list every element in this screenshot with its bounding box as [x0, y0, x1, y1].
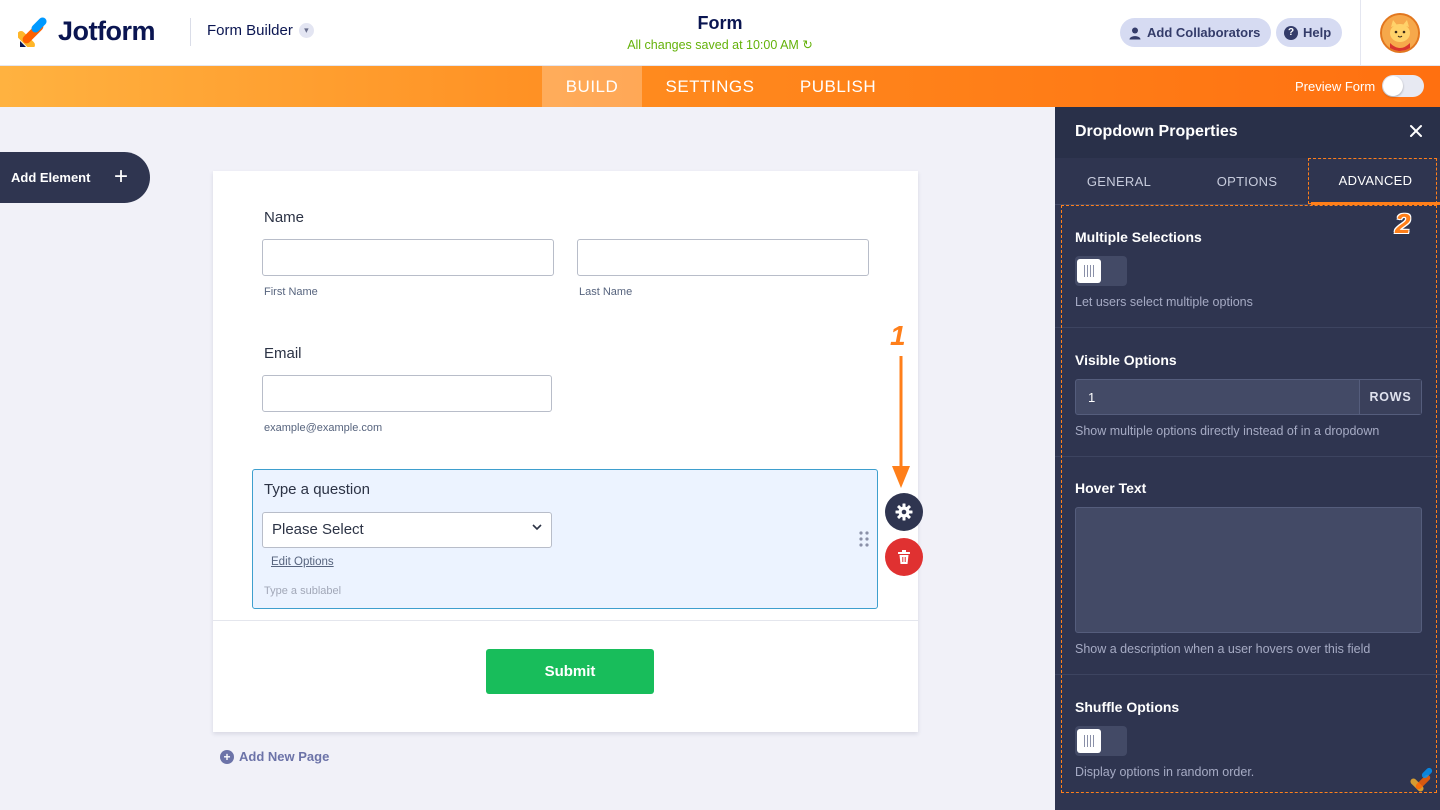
annotation-highlight-tab: [1308, 158, 1437, 204]
last-name-sublabel: Last Name: [579, 286, 633, 298]
tab-options[interactable]: OPTIONS: [1183, 158, 1311, 205]
tab-settings[interactable]: SETTINGS: [655, 66, 765, 107]
annotation-arrow-icon: [892, 356, 910, 488]
preview-form-toggle[interactable]: [1382, 75, 1424, 97]
dropdown-select[interactable]: Please Select: [262, 512, 552, 548]
email-sublabel: example@example.com: [264, 422, 383, 434]
jotform-watermark-icon: [1410, 767, 1433, 792]
name-label[interactable]: Name: [264, 209, 304, 226]
submit-button[interactable]: Submit: [486, 649, 654, 694]
add-collaborators-button[interactable]: Add Collaborators: [1120, 18, 1272, 47]
add-page-label: Add New Page: [239, 749, 330, 764]
form-canvas: Name First Name Last Name Email example@…: [213, 171, 918, 732]
annotation-2: 2: [1395, 208, 1411, 239]
trash-icon: [898, 550, 910, 564]
tab-build[interactable]: BUILD: [542, 66, 642, 107]
question-label[interactable]: Type a question: [264, 481, 370, 498]
preview-form-label: Preview Form: [1295, 79, 1376, 94]
plus-icon: +: [114, 163, 129, 190]
refresh-icon: ↻: [802, 38, 813, 52]
dropdown-value: Please Select: [272, 521, 364, 538]
annotation-highlight-body: [1061, 205, 1437, 793]
add-element-button[interactable]: Add Element +: [0, 152, 150, 203]
toggle-knob: [1383, 76, 1403, 96]
tab-general-label: GENERAL: [1086, 174, 1152, 189]
submit-label: Submit: [544, 663, 596, 680]
tab-general[interactable]: GENERAL: [1055, 158, 1183, 205]
builder-nav: BUILD SETTINGS PUBLISH Preview Form: [0, 66, 1440, 107]
dropdown-properties-panel: Dropdown Properties GENERAL OPTIONS ADVA…: [1055, 107, 1440, 810]
add-new-page-button[interactable]: + Add New Page: [220, 749, 329, 764]
panel-header: Dropdown Properties: [1055, 107, 1440, 158]
help-button[interactable]: ? Help: [1276, 18, 1343, 47]
dropdown-question[interactable]: Type a question Please Select Edit Optio…: [252, 469, 878, 609]
form-divider: [213, 620, 918, 621]
avatar[interactable]: [1380, 13, 1420, 53]
edit-options-link[interactable]: Edit Options: [271, 556, 334, 568]
tab-settings-label: SETTINGS: [665, 76, 755, 96]
delete-field-button[interactable]: [885, 538, 923, 576]
saved-status-text: All changes saved at 10:00 AM: [627, 38, 799, 52]
help-icon: ?: [1284, 25, 1298, 40]
last-name-input[interactable]: [577, 239, 869, 276]
first-name-sublabel: First Name: [264, 286, 318, 298]
add-element-label: Add Element: [11, 170, 91, 185]
help-label: Help: [1303, 25, 1332, 40]
chevron-down-icon: [532, 524, 542, 531]
drag-handle-icon[interactable]: [859, 531, 869, 547]
tab-publish[interactable]: PUBLISH: [783, 66, 893, 107]
gear-icon: [895, 503, 913, 521]
panel-title: Dropdown Properties: [1075, 123, 1238, 140]
annotation-1: 1: [890, 320, 906, 351]
email-label[interactable]: Email: [264, 345, 302, 362]
tab-publish-label: PUBLISH: [799, 76, 877, 96]
top-header: Jotform Form Builder ▾ Form All changes …: [0, 0, 1440, 66]
user-icon: [1129, 27, 1141, 39]
email-field[interactable]: [262, 375, 552, 412]
avatar-cat-icon: [1382, 15, 1418, 51]
add-collaborators-label: Add Collaborators: [1147, 25, 1261, 40]
first-name-input[interactable]: [262, 239, 554, 276]
field-properties-button[interactable]: [885, 493, 923, 531]
tab-options-label: OPTIONS: [1216, 174, 1278, 189]
plus-circle-icon: +: [220, 749, 234, 764]
close-icon[interactable]: [1408, 123, 1424, 139]
tab-build-label: BUILD: [565, 76, 619, 96]
sublabel-placeholder[interactable]: Type a sublabel: [264, 585, 341, 597]
header-divider-right: [1360, 0, 1361, 66]
